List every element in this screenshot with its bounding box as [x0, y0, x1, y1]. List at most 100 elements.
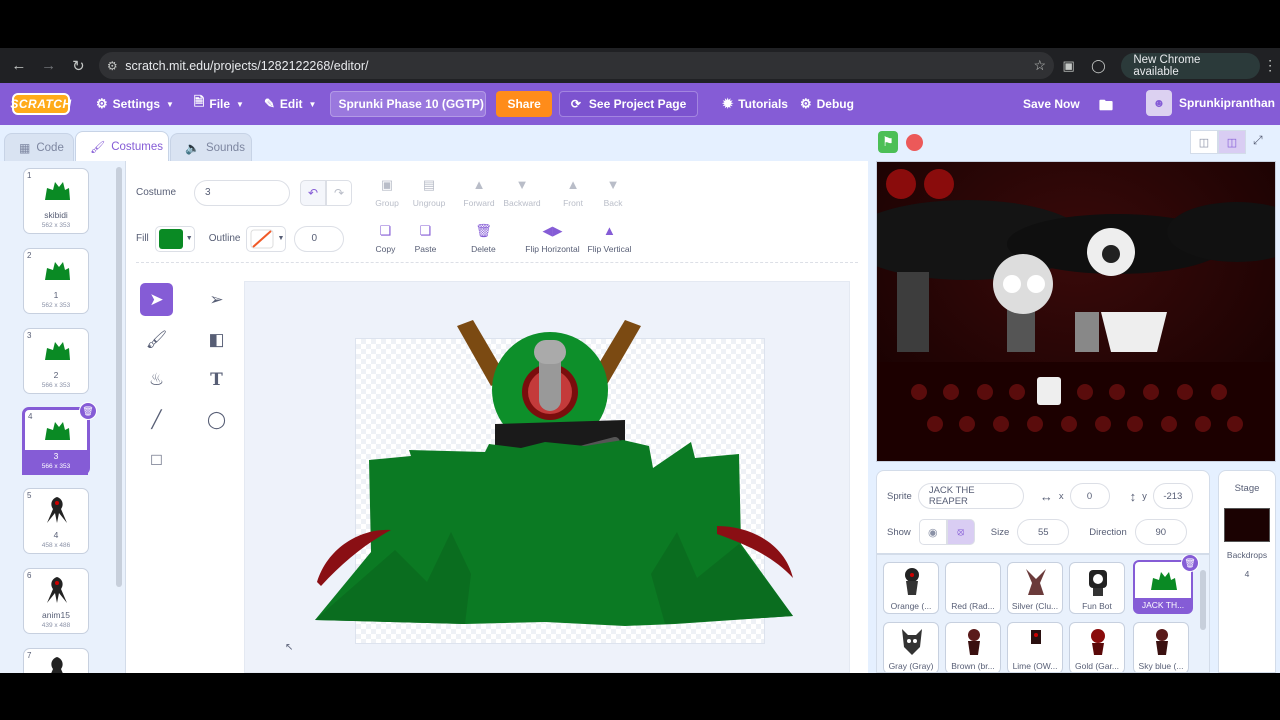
- settings-menu[interactable]: ⚙ Settings ▼: [86, 83, 184, 125]
- tab-code[interactable]: ▦ Code: [4, 133, 74, 161]
- costume-name: 3: [53, 451, 59, 461]
- stage-canvas[interactable]: [876, 161, 1276, 462]
- flip-vertical-button[interactable]: ▲ Flip Vertical: [586, 223, 632, 254]
- costume-list-scrollbar[interactable]: [116, 167, 122, 587]
- share-button[interactable]: Share: [496, 91, 552, 117]
- menu-kebab-icon[interactable]: ⋮: [1260, 57, 1280, 74]
- fullscreen-icon[interactable]: ⤢: [1253, 133, 1263, 148]
- x-input[interactable]: 0: [1069, 483, 1110, 509]
- fill-color-picker[interactable]: ▼: [154, 225, 195, 252]
- flip-horizontal-button[interactable]: ◀▶ Flip Horizontal: [524, 223, 580, 254]
- costume-item[interactable]: 1 skibidi 562 x 353: [23, 168, 89, 234]
- costume-item[interactable]: 5 4 458 x 486: [23, 488, 89, 554]
- lightbulb-icon: ✹: [722, 96, 734, 111]
- text-tool[interactable]: T: [200, 363, 233, 396]
- sprite-tile-selected[interactable]: JACK TH... 🗑: [1133, 555, 1199, 614]
- circle-tool[interactable]: ◯: [200, 403, 233, 436]
- costume-item-selected[interactable]: 4 3 566 x 353 🗑: [22, 402, 97, 475]
- sprite-tile[interactable]: Orange (...: [883, 562, 939, 614]
- back-arrow-icon[interactable]: ←: [4, 51, 34, 81]
- costume-item[interactable]: 6 anim15 439 x 488: [23, 568, 89, 634]
- normal-stage-icon[interactable]: ◫: [1218, 130, 1246, 154]
- outline-color-picker[interactable]: ▼: [246, 225, 287, 252]
- sprite-tile[interactable]: Silver (Clu...: [1007, 562, 1063, 614]
- group-button[interactable]: ▣ Group: [368, 177, 406, 208]
- small-stage-icon[interactable]: ◫: [1190, 130, 1218, 154]
- direction-label: Direction: [1089, 526, 1127, 538]
- backward-button[interactable]: ▼ Backward: [501, 177, 543, 208]
- tab-costumes[interactable]: 🖌 Costumes: [75, 131, 169, 161]
- eraser-tool[interactable]: ◧: [200, 323, 233, 356]
- green-flag-icon[interactable]: ⚑: [878, 131, 898, 153]
- costume-name-input[interactable]: 3: [194, 179, 291, 206]
- scratch-logo[interactable]: SCRATCH: [10, 93, 71, 115]
- debug-button[interactable]: ⚙ Debug: [798, 83, 864, 125]
- update-chip[interactable]: New Chrome available: [1121, 52, 1261, 79]
- sprite-tile[interactable]: Fun Bot: [1069, 562, 1125, 614]
- sprite-info-row1: Sprite JACK THE REAPER ↔ x 0 ↕ y -213: [887, 483, 1193, 509]
- costume-item[interactable]: 7: [23, 648, 89, 673]
- tutorials-button[interactable]: ✹ Tutorials: [712, 83, 798, 125]
- direction-input[interactable]: 90: [1134, 519, 1187, 545]
- sprite-name-input[interactable]: JACK THE REAPER: [917, 483, 1024, 509]
- folder-icon[interactable]: 🖿: [1099, 95, 1113, 119]
- brush-tool[interactable]: 🖌: [140, 323, 173, 356]
- rectangle-tool[interactable]: □: [140, 443, 173, 476]
- sprite-name: Gray (Gray): [888, 661, 934, 671]
- stage-selector[interactable]: Stage Backdrops 4: [1218, 470, 1276, 673]
- site-info-icon[interactable]: ⚙: [99, 59, 125, 73]
- delete-button[interactable]: 🗑 Delete: [468, 223, 498, 254]
- reshape-tool[interactable]: ➢: [200, 283, 233, 316]
- select-tool[interactable]: ➤: [140, 283, 173, 316]
- forward-arrow-icon[interactable]: →: [34, 51, 64, 81]
- show-eye-icon[interactable]: ◉: [918, 519, 947, 545]
- sprite-tile[interactable]: Sky blue (...: [1133, 622, 1189, 672]
- account-menu[interactable]: ☻ Sprunkipranthan ▼: [1146, 90, 1280, 116]
- forward-button[interactable]: ▲ Forward: [461, 177, 497, 208]
- sprite-list-scrollbar[interactable]: [1200, 570, 1206, 630]
- see-project-page-button[interactable]: ⟳ See Project Page: [558, 91, 699, 117]
- forward-label: Forward: [463, 198, 495, 208]
- delete-costume-icon[interactable]: 🗑: [79, 402, 97, 420]
- tab-sounds[interactable]: 🔈 Sounds: [170, 133, 252, 161]
- redo-icon[interactable]: ↷: [326, 179, 353, 206]
- file-menu[interactable]: 🗎 File ▼: [184, 83, 254, 125]
- hide-eye-icon[interactable]: ⦻: [946, 519, 975, 545]
- undo-icon[interactable]: ↶: [300, 179, 327, 206]
- costume-item[interactable]: 3 2 566 x 353: [23, 328, 89, 394]
- stop-icon[interactable]: [906, 134, 923, 151]
- size-input[interactable]: 55: [1017, 519, 1070, 545]
- save-now-button[interactable]: Save Now: [1023, 97, 1080, 111]
- reload-icon[interactable]: ↻: [64, 51, 94, 81]
- chevron-down-icon: ▼: [277, 235, 285, 242]
- y-input[interactable]: -213: [1152, 483, 1193, 509]
- sprite-tile[interactable]: Gray (Gray): [883, 622, 939, 672]
- drawing-canvas[interactable]: ↖: [244, 281, 850, 673]
- costume-number: 1: [27, 171, 32, 180]
- trash-icon: 🗑: [475, 223, 492, 238]
- outline-width-input[interactable]: 0: [294, 225, 345, 252]
- back-button[interactable]: ▼ Back: [597, 177, 629, 208]
- fill-tool[interactable]: ♨: [140, 363, 173, 396]
- address-bar[interactable]: ⚙ scratch.mit.edu/projects/1282122268/ed…: [99, 52, 1054, 79]
- front-button[interactable]: ▲ Front: [557, 177, 589, 208]
- paste-button[interactable]: ❏ Paste: [410, 223, 440, 254]
- sprite-tile[interactable]: Gold (Gar...: [1069, 622, 1125, 672]
- edit-menu[interactable]: ✎ Edit ▼: [254, 83, 327, 125]
- sprite-tile[interactable]: Lime (OW...: [1007, 622, 1063, 672]
- file-icon: 🗎: [193, 94, 205, 109]
- project-title-input[interactable]: Sprunki Phase 10 (GGTP) ...: [330, 91, 487, 117]
- line-tool[interactable]: ╱: [140, 403, 173, 436]
- sprite-tile[interactable]: Red (Rad...: [945, 562, 1001, 614]
- bookmark-star-icon[interactable]: ☆: [1026, 57, 1054, 74]
- costume-item[interactable]: 2 1 562 x 353: [23, 248, 89, 314]
- delete-sprite-icon[interactable]: 🗑: [1181, 555, 1199, 572]
- ungroup-button[interactable]: ▤ Ungroup: [409, 177, 449, 208]
- profile-icon[interactable]: ◯: [1084, 58, 1114, 74]
- cast-icon[interactable]: ▣: [1054, 58, 1084, 74]
- visibility-toggle: ◉ ⦻: [918, 519, 975, 545]
- sprite-info-panel: Sprite JACK THE REAPER ↔ x 0 ↕ y -213 Sh…: [876, 470, 1210, 554]
- front-label: Front: [563, 198, 583, 208]
- sprite-tile[interactable]: Brown (br...: [945, 622, 1001, 672]
- copy-button[interactable]: ❏ Copy: [370, 223, 400, 254]
